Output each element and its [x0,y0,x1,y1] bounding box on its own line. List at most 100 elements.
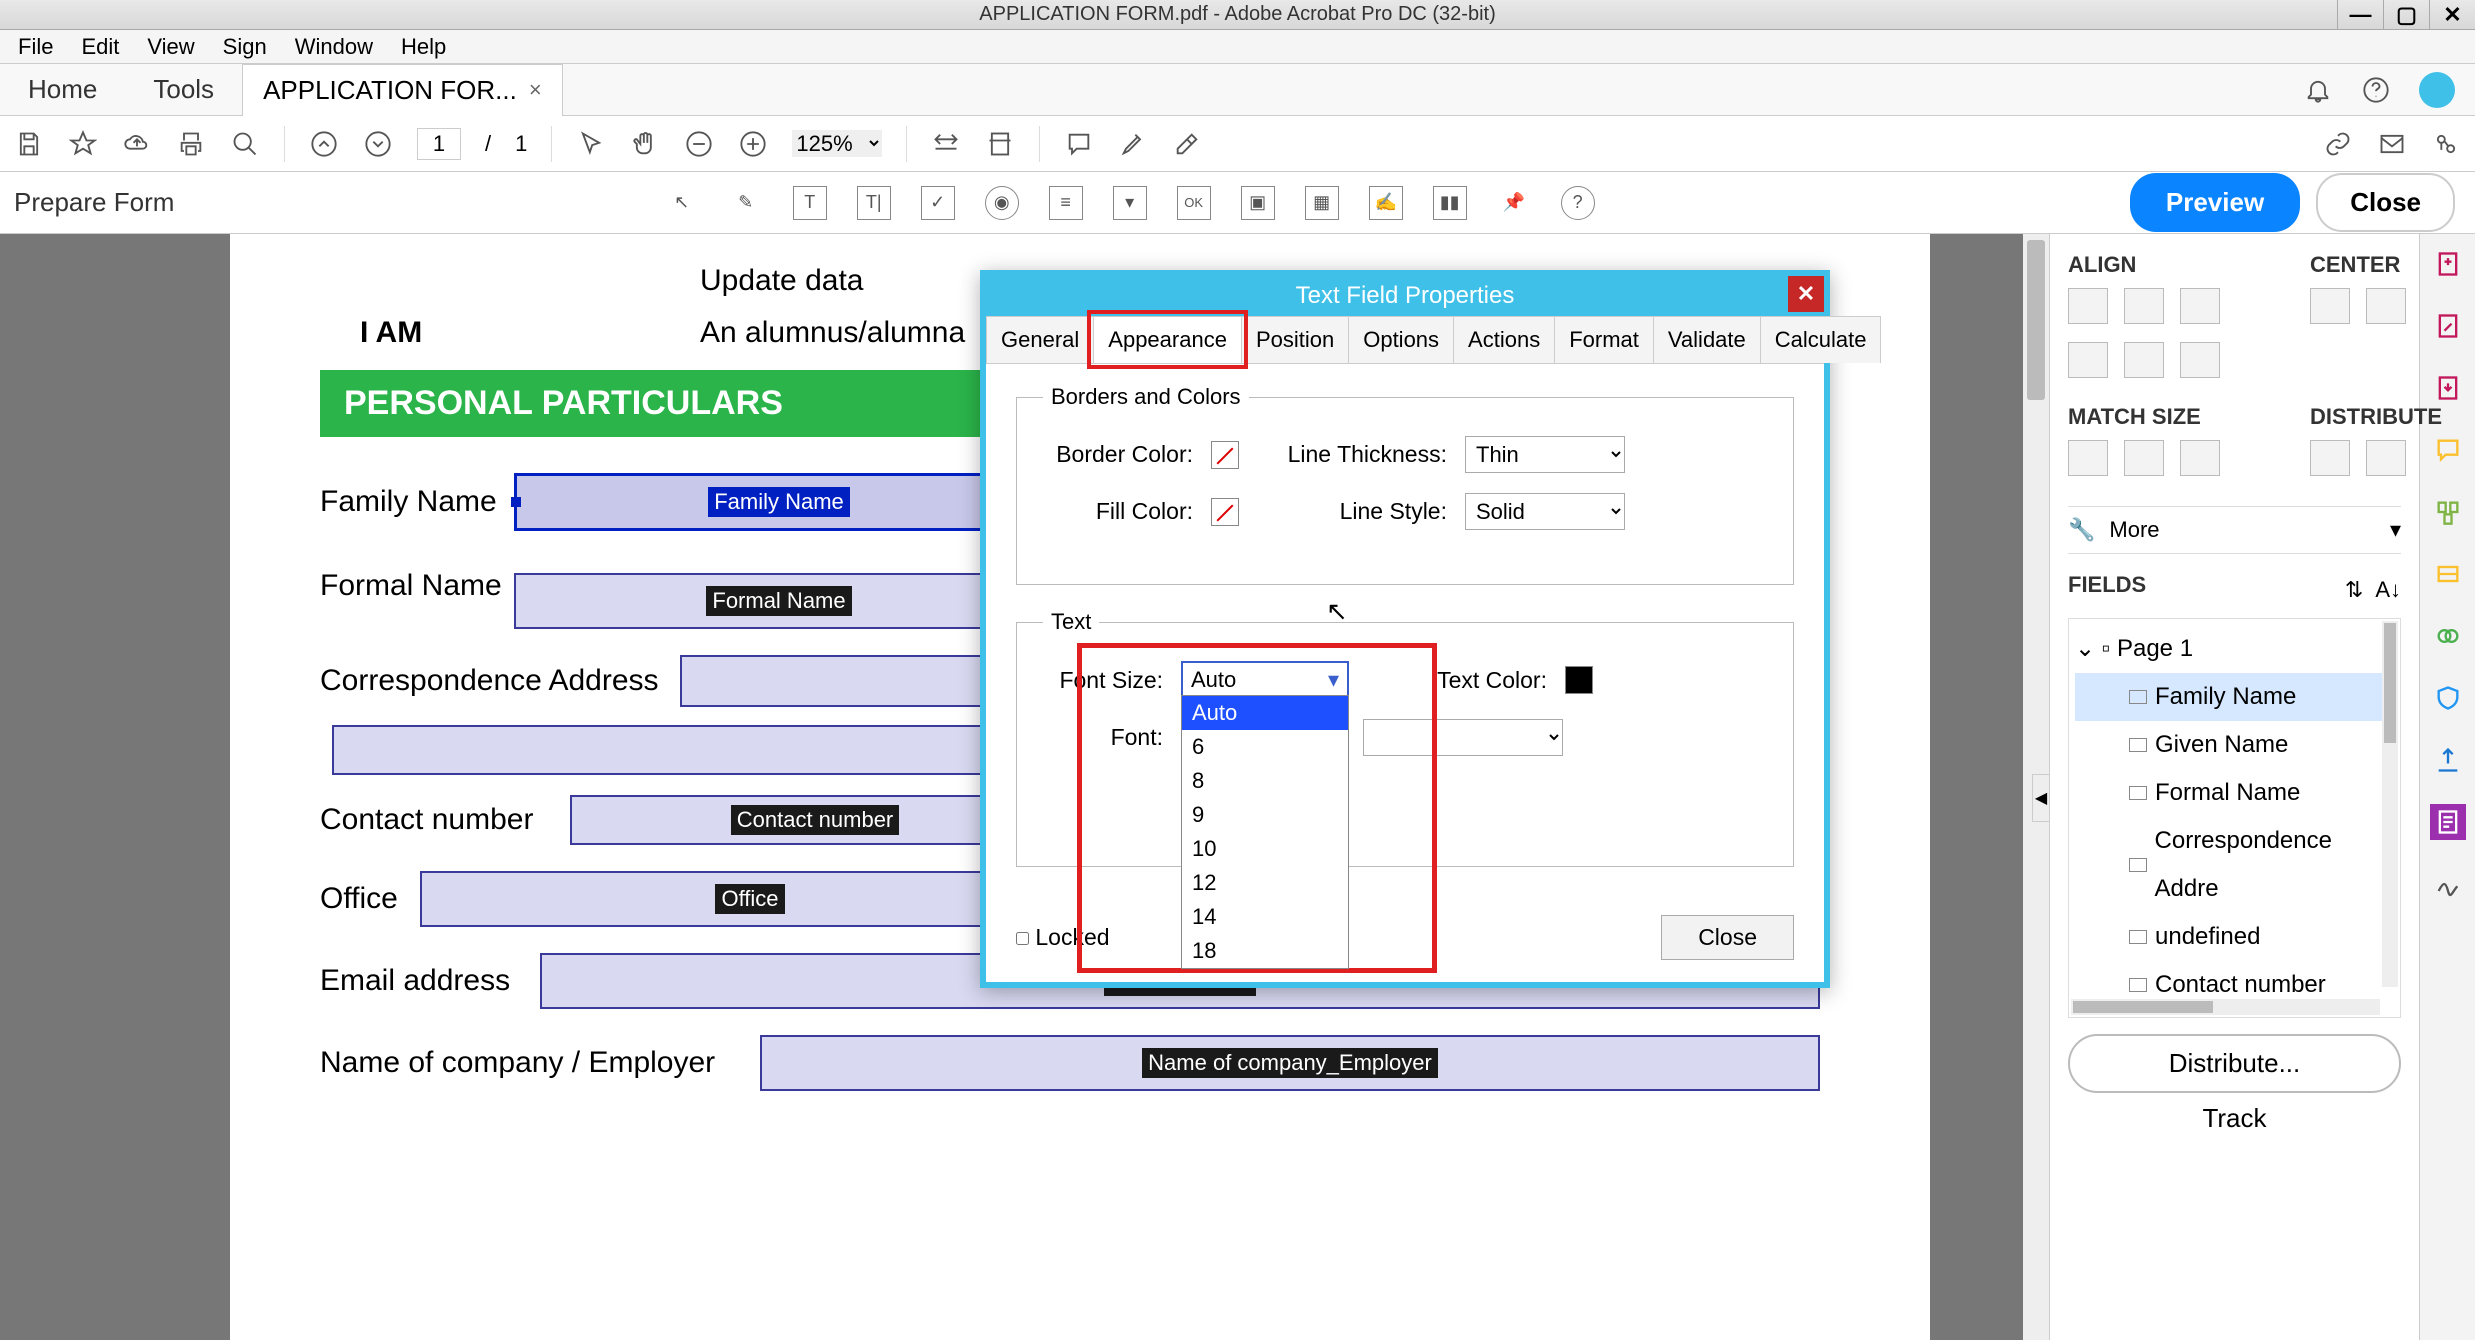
font-size-option-8[interactable]: 8 [1182,764,1348,798]
signature-tool-icon[interactable]: ✍ [1369,186,1403,220]
listbox-tool-icon[interactable]: ≡ [1049,186,1083,220]
tools-tab[interactable]: Tools [125,64,242,115]
align-center-h-icon[interactable] [2124,288,2164,324]
pointer-tool-icon[interactable]: ↖ [665,186,699,220]
locked-checkbox[interactable]: Locked [1016,924,1110,951]
scan-icon[interactable] [2430,556,2466,592]
menu-view[interactable]: View [133,30,208,64]
sort-icon[interactable]: ⇅ [2345,577,2363,602]
tab-position[interactable]: Position [1241,316,1349,363]
more-row[interactable]: 🔧 More ▾ [2068,506,2401,554]
family-name-field[interactable]: Family Name [514,473,1044,531]
field-item-family[interactable]: Family Name [2075,673,2394,721]
match-width-icon[interactable] [2068,440,2108,476]
match-height-icon[interactable] [2124,440,2164,476]
zoom-out-icon[interactable] [684,129,714,159]
sign-tool-icon[interactable] [2430,866,2466,902]
hand-tool-icon[interactable] [630,129,660,159]
fit-width-icon[interactable] [931,129,961,159]
field-item-address[interactable]: Correspondence Addre [2075,817,2394,913]
pushpin-tool-icon[interactable]: 📌 [1497,186,1531,220]
page-down-icon[interactable] [363,129,393,159]
font-size-option-14[interactable]: 14 [1182,900,1348,934]
font-size-option-10[interactable]: 10 [1182,832,1348,866]
minimize-button[interactable]: — [2337,0,2383,30]
help-icon[interactable] [2361,75,2391,105]
collapse-panel-icon[interactable]: ◀ [2032,774,2050,822]
menu-help[interactable]: Help [387,30,460,64]
tab-validate[interactable]: Validate [1653,316,1761,363]
tab-appearance[interactable]: Appearance [1093,316,1242,363]
page-up-icon[interactable] [309,129,339,159]
tab-actions[interactable]: Actions [1453,316,1555,363]
edit-tool-icon[interactable]: ✎ [729,186,763,220]
chevron-down-icon[interactable]: ⌄ [2075,635,2095,662]
combine-icon[interactable] [2430,618,2466,654]
center-v-icon[interactable] [2366,288,2406,324]
line-thickness-select[interactable]: Thin [1465,436,1625,473]
highlight-icon[interactable] [1118,129,1148,159]
protect-icon[interactable] [2430,680,2466,716]
preview-button[interactable]: Preview [2130,173,2300,232]
comment-icon[interactable] [1064,129,1094,159]
date-tool-icon[interactable]: ▦ [1305,186,1339,220]
prepare-form-icon[interactable] [2430,804,2466,840]
field-item-given[interactable]: Given Name [2075,721,2394,769]
window-close-button[interactable]: ✕ [2429,0,2475,30]
center-h-icon[interactable] [2310,288,2350,324]
line-style-select[interactable]: Solid [1465,493,1625,530]
align-left-icon[interactable] [2068,288,2108,324]
close-button[interactable]: Close [2316,173,2455,232]
text-color-swatch[interactable] [1565,666,1593,694]
menu-sign[interactable]: Sign [209,30,281,64]
distribute-v-icon[interactable] [2366,440,2406,476]
border-color-swatch[interactable] [1211,441,1239,469]
link-icon[interactable] [2323,129,2353,159]
select-tool-icon[interactable] [576,129,606,159]
fill-color-swatch[interactable] [1211,498,1239,526]
user-avatar[interactable] [2419,72,2455,108]
close-tab-icon[interactable]: × [529,77,542,103]
dialog-close-ok-button[interactable]: Close [1661,915,1794,960]
zoom-in-icon[interactable] [738,129,768,159]
image-tool-icon[interactable]: ▣ [1241,186,1275,220]
upload-icon[interactable] [2430,742,2466,778]
checkbox-tool-icon[interactable]: ✓ [921,186,955,220]
align-center-v-icon[interactable] [2124,342,2164,378]
field-item-undefined[interactable]: undefined [2075,913,2394,961]
help-tool-icon[interactable]: ? [1561,186,1595,220]
save-icon[interactable] [14,129,44,159]
font-size-option-auto[interactable]: Auto [1182,696,1348,730]
maximize-button[interactable]: ▢ [2383,0,2429,30]
font-size-option-9[interactable]: 9 [1182,798,1348,832]
fit-page-icon[interactable] [985,129,1015,159]
align-bottom-icon[interactable] [2180,342,2220,378]
export-pdf-icon[interactable] [2430,370,2466,406]
font-size-select[interactable]: Auto ▾ [1181,661,1349,699]
cloud-icon[interactable] [122,129,152,159]
tree-scrollbar-h[interactable] [2071,999,2380,1015]
create-pdf-icon[interactable] [2430,246,2466,282]
fields-tree[interactable]: ⌄ ▫ Page 1 Family Name Given Name Formal… [2068,618,2401,1018]
align-right-icon[interactable] [2180,288,2220,324]
address-field-2[interactable]: un [332,725,1052,775]
button-tool-icon[interactable]: OK [1177,186,1211,220]
edit-pdf-icon[interactable] [2430,308,2466,344]
locked-checkbox-input[interactable] [1016,932,1029,945]
organize-icon[interactable] [2430,494,2466,530]
tab-calculate[interactable]: Calculate [1760,316,1882,363]
tab-format[interactable]: Format [1554,316,1654,363]
search-icon[interactable] [230,129,260,159]
share-icon[interactable] [2431,129,2461,159]
home-tab[interactable]: Home [0,64,125,115]
print-icon[interactable] [176,129,206,159]
star-icon[interactable] [68,129,98,159]
menu-edit[interactable]: Edit [67,30,133,64]
menu-file[interactable]: File [4,30,67,64]
formal-name-field[interactable]: Formal Name [514,573,1044,629]
notifications-icon[interactable] [2303,75,2333,105]
page-number-input[interactable] [417,128,461,160]
dropdown-tool-icon[interactable]: ▾ [1113,186,1147,220]
radio-tool-icon[interactable]: ◉ [985,186,1019,220]
zoom-select[interactable]: 125% [792,130,882,157]
